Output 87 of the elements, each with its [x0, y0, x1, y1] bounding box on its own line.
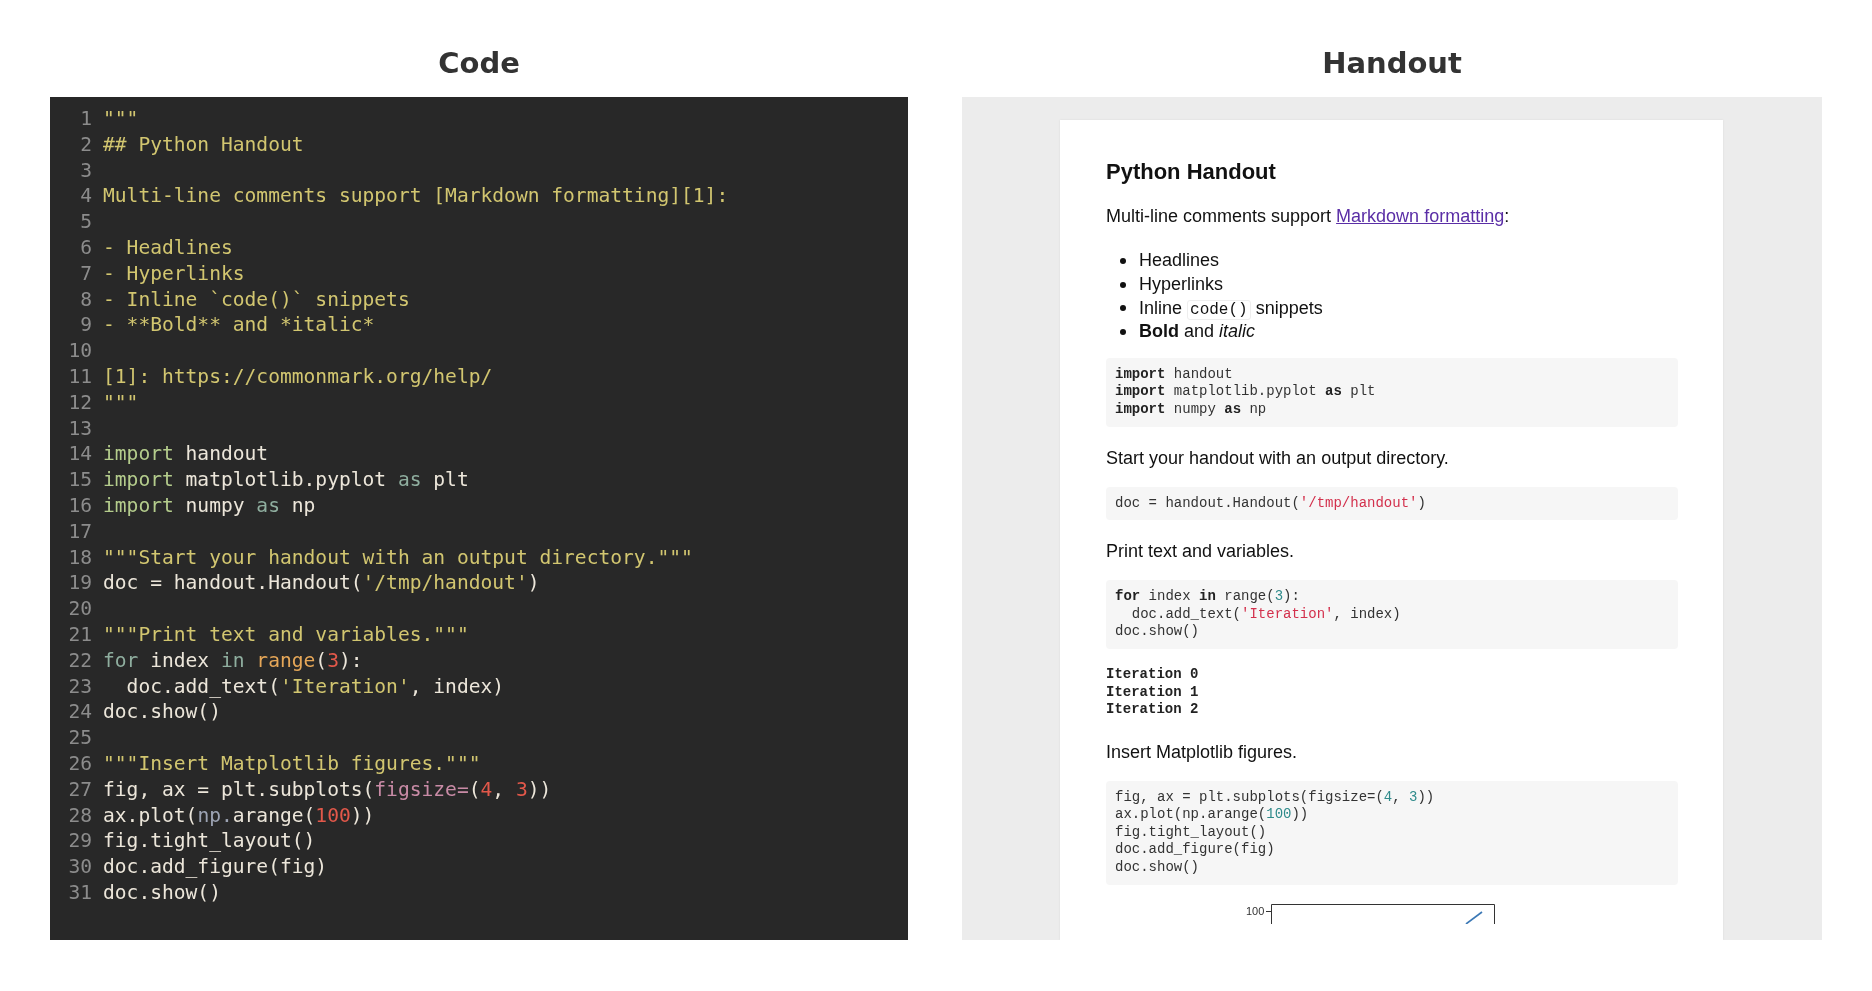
code-line: fig, ax = plt.subplots(figsize=(4, 3)) [103, 776, 552, 803]
line-number: 8 [79, 286, 93, 313]
output-line: Iteration 2 [1106, 701, 1200, 719]
code-line: Multi-line comments support [Markdown formatting][1]: [103, 183, 729, 210]
output-line: Iteration 0 [1106, 665, 1200, 684]
bullet-icon [1120, 305, 1126, 312]
markdown-link[interactable]: Markdown formatting [1336, 206, 1505, 226]
code-line: doc.show() [103, 879, 221, 906]
code-line: - Headlines [103, 235, 233, 261]
bullet-icon [1120, 257, 1126, 264]
code-line: """ [103, 389, 139, 416]
line-number: 18 [67, 544, 93, 571]
code-line: doc.add_figure(fig) [1115, 841, 1276, 860]
list-item: Bold and italic [1139, 321, 1256, 343]
list-item: Inline code() snippets [1139, 297, 1323, 319]
line-number: 3 [79, 157, 93, 184]
code-line: - Inline `code()` snippets [103, 286, 410, 313]
code-line: for index in range(3): [1115, 588, 1301, 606]
line-number: 26 [67, 750, 93, 777]
line-number: 10 [67, 338, 93, 364]
code-line: import numpy as np [1115, 400, 1268, 419]
line-number: 2 [79, 131, 93, 158]
code-line: [1]: https://commonmark.org/help/ [103, 363, 493, 390]
line-number: 16 [67, 492, 93, 519]
code-line: doc.show() [1115, 859, 1200, 877]
code-line: doc.add_figure(fig) [103, 854, 328, 880]
code-line: import matplotlib.pyplot as plt [1115, 383, 1377, 401]
line-number: 29 [67, 828, 93, 855]
code-line: doc = handout.Handout('/tmp/handout') [103, 570, 540, 597]
axis-tick-label: 100 [1246, 903, 1265, 918]
code-line: import matplotlib.pyplot as plt [103, 467, 469, 493]
code-line: """Insert Matplotlib figures.""" [103, 750, 481, 777]
list-item: Headlines [1139, 250, 1220, 272]
code-line: """ [103, 106, 139, 132]
line-number: 11 [67, 363, 93, 390]
output-line: Iteration 1 [1106, 683, 1200, 702]
line-number: 24 [67, 699, 93, 726]
code-line: - **Bold** and *italic* [103, 312, 375, 339]
line-number: 22 [67, 647, 93, 674]
line-number: 20 [67, 596, 93, 622]
line-number: 6 [79, 235, 93, 261]
intro-paragraph: Multi-line comments support Markdown formatting: [1106, 205, 1511, 228]
code-line: fig, ax = plt.subplots(figsize=(4, 3)) [1115, 788, 1436, 807]
line-number: 19 [67, 570, 93, 597]
code-line: doc.add_text('Iteration', index) [125, 673, 505, 700]
paragraph: Insert Matplotlib figures. [1106, 740, 1299, 764]
code-line: for index in range(3): [103, 647, 363, 674]
code-line: import handout [1115, 365, 1234, 384]
line-number: 14 [67, 441, 93, 468]
code-line: ax.plot(np.arange(100)) [103, 802, 375, 829]
code-line: fig.tight_layout() [103, 828, 316, 855]
paragraph: Print text and variables. [1106, 540, 1296, 564]
line-number: 31 [67, 879, 93, 906]
code-line: - Hyperlinks [103, 260, 245, 287]
code-line: fig.tight_layout() [1115, 823, 1268, 842]
line-number: 28 [67, 802, 93, 829]
line-number: 4 [79, 183, 93, 210]
panel-title: Code [438, 45, 520, 81]
line-number: 7 [79, 260, 93, 287]
line-number: 1 [79, 106, 93, 132]
line-number: 9 [79, 312, 93, 339]
line-number: 12 [67, 389, 93, 416]
line-number: 23 [67, 673, 93, 700]
line-number: 13 [67, 415, 93, 442]
code-line: import numpy as np [103, 492, 316, 519]
line-number: 15 [67, 467, 93, 493]
code-line: """Start your handout with an output directory.""" [103, 544, 693, 571]
code-line: import handout [103, 441, 269, 468]
code-line: doc.show() [1115, 623, 1200, 641]
line-number: 25 [67, 725, 93, 751]
line-number: 30 [67, 854, 93, 880]
list-item: Hyperlinks [1139, 274, 1224, 296]
code-line: ## Python Handout [103, 131, 304, 158]
code-line: """Print text and variables.""" [103, 621, 469, 648]
code-line: doc.show() [103, 699, 221, 726]
handout-heading: Python Handout [1106, 158, 1277, 186]
panel-title: Handout [1322, 45, 1462, 81]
code-line: doc = handout.Handout('/tmp/handout') [1115, 494, 1427, 513]
code-line: doc.add_text('Iteration', index) [1130, 605, 1402, 624]
line-number: 17 [67, 518, 93, 545]
line-number: 5 [79, 209, 93, 235]
line-number: 21 [67, 621, 93, 648]
code-line: ax.plot(np.arange(100)) [1115, 806, 1310, 824]
bullet-icon [1120, 281, 1126, 288]
bullet-icon [1120, 328, 1126, 335]
paragraph: Start your handout with an output directory. [1106, 446, 1450, 470]
line-number: 27 [67, 776, 93, 803]
